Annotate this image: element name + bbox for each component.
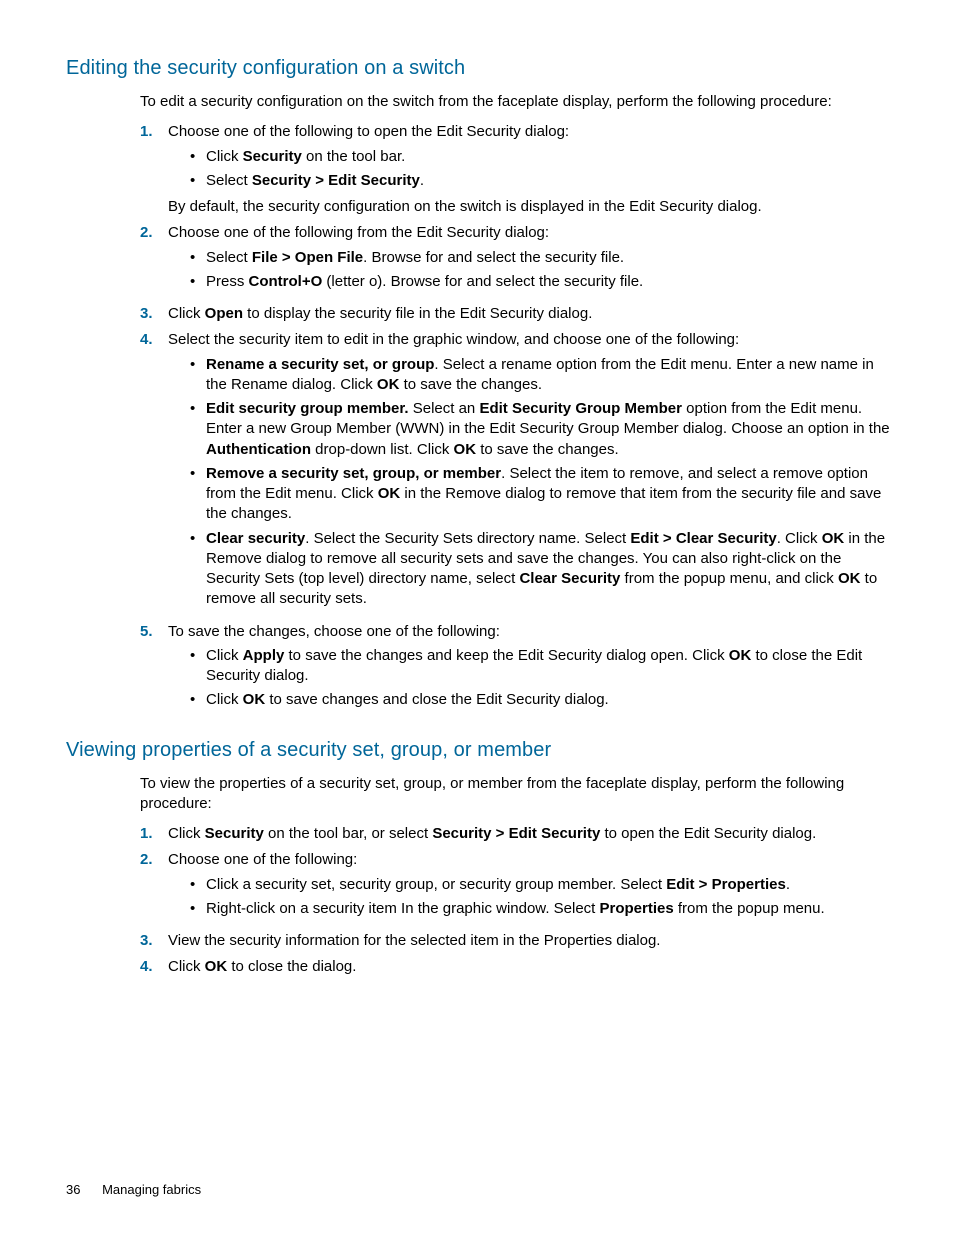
list-item: Press Control+O (letter o). Browse for a… — [190, 272, 892, 296]
list-item: Clear security. Select the Security Sets… — [190, 529, 892, 614]
text: to close the dialog. — [227, 958, 356, 975]
heading-viewing-properties: Viewing properties of a security set, gr… — [66, 737, 892, 764]
list-item: Click Apply to save the changes and keep… — [190, 646, 892, 691]
text: Press — [206, 273, 249, 290]
bold: Rename a security set, or group — [206, 356, 434, 373]
text: Click — [206, 148, 243, 165]
text: to save changes and close the Edit Secur… — [265, 691, 609, 708]
bold: Apply — [243, 647, 285, 664]
step-text: To save the changes, choose one of the f… — [168, 623, 500, 640]
text: . — [420, 172, 424, 189]
bold: OK — [729, 647, 752, 664]
text: to save the changes and keep the Edit Se… — [284, 647, 728, 664]
bold: OK — [243, 691, 266, 708]
text: to save the changes. — [476, 441, 619, 458]
text: Click — [168, 305, 205, 322]
bold: Open — [205, 305, 243, 322]
heading-editing-security: Editing the security configuration on a … — [66, 55, 892, 82]
step-3: View the security information for the se… — [140, 931, 892, 957]
text: . Browse for and select the security fil… — [363, 249, 624, 266]
text: to save the changes. — [399, 376, 542, 393]
list-item: Remove a security set, group, or member.… — [190, 464, 892, 529]
text: Click — [168, 825, 205, 842]
page-footer: 36 Managing fabrics — [66, 1181, 201, 1199]
bold: OK — [205, 958, 228, 975]
text: from the popup menu, and click — [620, 570, 838, 587]
list-item: Rename a security set, or group. Select … — [190, 355, 892, 400]
bold: Edit security group member. — [206, 400, 409, 417]
text: on the tool bar, or select — [264, 825, 432, 842]
step-3: Click Open to display the security file … — [140, 304, 892, 330]
text: . Click — [777, 530, 822, 547]
list-item: Edit security group member. Select an Ed… — [190, 399, 892, 464]
text: Right-click on a security item In the gr… — [206, 900, 600, 917]
text: . — [786, 876, 790, 893]
step-text: Choose one of the following to open the … — [168, 123, 569, 140]
footer-title: Managing fabrics — [102, 1182, 201, 1197]
bold: Remove a security set, group, or member — [206, 465, 501, 482]
bold: Clear Security — [519, 570, 620, 587]
list-item: Select Security > Edit Security. — [190, 171, 892, 195]
bold: Edit > Properties — [666, 876, 786, 893]
bold: Clear security — [206, 530, 305, 547]
step-2: Choose one of the following: Click a sec… — [140, 850, 892, 931]
text: Click a security set, security group, or… — [206, 876, 666, 893]
bold: Edit Security Group Member — [479, 400, 682, 417]
step-note: By default, the security configuration o… — [168, 197, 892, 217]
text: on the tool bar. — [302, 148, 405, 165]
bold: Properties — [600, 900, 674, 917]
bold: Control+O — [249, 273, 323, 290]
bold: Security > Edit Security — [252, 172, 420, 189]
sub-list: Rename a security set, or group . Select … — [168, 355, 892, 614]
page: Editing the security configuration on a … — [0, 0, 954, 1235]
list-item: Right-click on a security item In the gr… — [190, 899, 892, 923]
page-number: 36 — [66, 1182, 80, 1197]
text: Click — [206, 691, 243, 708]
text: Select an — [409, 400, 480, 417]
intro-paragraph: To view the properties of a security set… — [140, 774, 892, 815]
text: . Select the Security Sets directory nam… — [305, 530, 630, 547]
text: Select — [206, 172, 252, 189]
bold: OK — [377, 376, 400, 393]
bold: OK — [454, 441, 477, 458]
sub-list: Click Security on the tool bar. Select S… — [168, 147, 892, 196]
text: from the popup menu. — [674, 900, 825, 917]
text: View the security information for the se… — [168, 932, 660, 949]
bold: File > Open File — [252, 249, 363, 266]
procedure-list-2: Click Security on the tool bar, or selec… — [140, 824, 892, 984]
sub-list: Click a security set, security group, or… — [168, 875, 892, 924]
text: to open the Edit Security dialog. — [600, 825, 816, 842]
bold: Security — [205, 825, 264, 842]
sub-list: Select File > Open File. Browse for and … — [168, 248, 892, 297]
list-item: Click Security on the tool bar. — [190, 147, 892, 171]
bold: OK — [378, 485, 401, 502]
text: Select — [206, 249, 252, 266]
procedure-list-1: Choose one of the following to open the … — [140, 122, 892, 722]
bold: OK — [838, 570, 861, 587]
bold: Security > Edit Security — [432, 825, 600, 842]
text: (letter o). Browse for and select the se… — [322, 273, 643, 290]
step-text: Choose one of the following from the Edi… — [168, 224, 549, 241]
bold: Edit > Clear Security — [630, 530, 776, 547]
step-1: Choose one of the following to open the … — [140, 122, 892, 223]
step-2: Choose one of the following from the Edi… — [140, 223, 892, 304]
step-4: Click OK to close the dialog. — [140, 957, 892, 983]
bold: Authentication — [206, 441, 311, 458]
list-item: Click a security set, security group, or… — [190, 875, 892, 899]
text: drop-down list. Click — [311, 441, 454, 458]
bold: OK — [822, 530, 845, 547]
step-text: Select the security item to edit in the … — [168, 331, 739, 348]
text: Click — [168, 958, 205, 975]
text: Click — [206, 647, 243, 664]
step-text: Choose one of the following: — [168, 851, 357, 868]
bold: Security — [243, 148, 302, 165]
sub-list: Click Apply to save the changes and keep… — [168, 646, 892, 715]
step-4: Select the security item to edit in the … — [140, 330, 892, 621]
step-1: Click Security on the tool bar, or selec… — [140, 824, 892, 850]
text: to display the security file in the Edit… — [243, 305, 592, 322]
step-5: To save the changes, choose one of the f… — [140, 622, 892, 723]
intro-paragraph: To edit a security configuration on the … — [140, 92, 892, 112]
list-item: Click OK to save changes and close the E… — [190, 690, 892, 714]
list-item: Select File > Open File. Browse for and … — [190, 248, 892, 272]
